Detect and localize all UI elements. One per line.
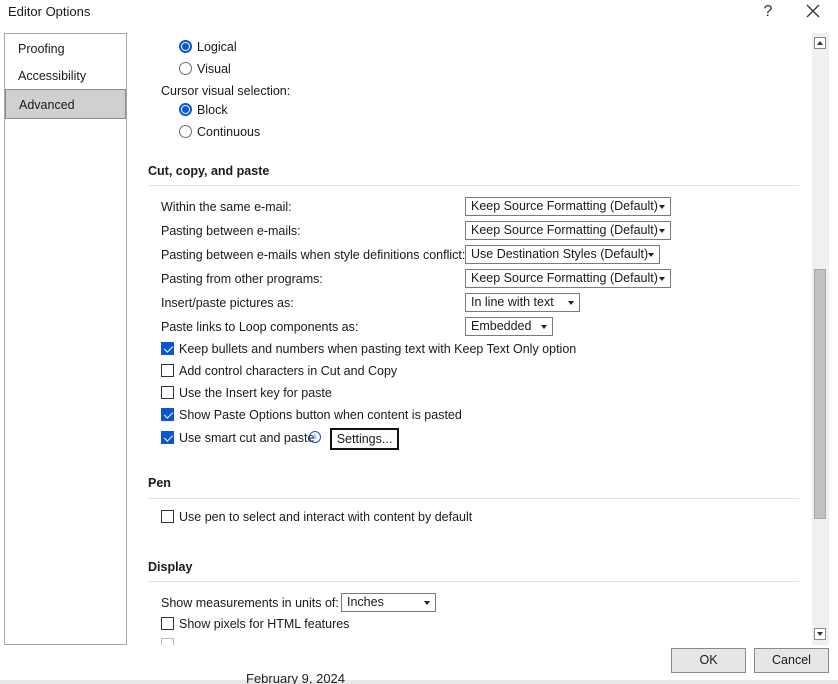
close-button[interactable] bbox=[801, 0, 825, 24]
scroll-down-icon[interactable] bbox=[814, 628, 826, 640]
loop-links-label: Paste links to Loop components as: bbox=[161, 320, 359, 334]
logical-radio[interactable] bbox=[179, 40, 192, 53]
vertical-scrollbar[interactable] bbox=[812, 33, 829, 645]
between-emails-label: Pasting between e-mails: bbox=[161, 224, 301, 238]
pixels-html-checkbox[interactable] bbox=[161, 617, 174, 630]
continuous-radio[interactable] bbox=[179, 125, 192, 138]
category-nav: Proofing Accessibility Advanced bbox=[4, 33, 127, 645]
visual-label: Visual bbox=[197, 62, 231, 76]
logical-label: Logical bbox=[197, 40, 237, 54]
visual-radio[interactable] bbox=[179, 62, 192, 75]
other-programs-value: Keep Source Formatting (Default) bbox=[471, 271, 658, 285]
ok-button[interactable]: OK bbox=[671, 648, 746, 673]
control-chars-checkbox[interactable] bbox=[161, 364, 174, 377]
pictures-value: In line with text bbox=[471, 295, 554, 309]
insert-key-checkbox[interactable] bbox=[161, 386, 174, 399]
chevron-down-icon bbox=[648, 253, 654, 257]
section-divider bbox=[148, 185, 799, 186]
nav-item-accessibility[interactable]: Accessibility bbox=[5, 61, 126, 91]
window-title: Editor Options bbox=[8, 4, 91, 19]
scroll-up-icon[interactable] bbox=[814, 37, 826, 49]
pixels-html-label: Show pixels for HTML features bbox=[179, 617, 350, 631]
help-button[interactable]: ? bbox=[758, 1, 778, 23]
background-date-text: February 9, 2024 bbox=[246, 674, 346, 684]
block-radio[interactable] bbox=[179, 103, 192, 116]
scroll-thumb[interactable] bbox=[814, 269, 826, 519]
pen-select-checkbox[interactable] bbox=[161, 510, 174, 523]
chevron-down-icon bbox=[424, 601, 430, 605]
style-conflict-value: Use Destination Styles (Default) bbox=[471, 247, 649, 261]
info-icon[interactable]: i bbox=[309, 431, 321, 443]
keep-bullets-label: Keep bullets and numbers when pasting te… bbox=[179, 342, 577, 356]
keep-bullets-checkbox[interactable] bbox=[161, 342, 174, 355]
style-conflict-label: Pasting between e-mails when style defin… bbox=[161, 248, 466, 262]
loop-links-value: Embedded bbox=[471, 319, 532, 333]
same-email-dropdown[interactable]: Keep Source Formatting (Default) bbox=[465, 197, 671, 216]
chevron-down-icon bbox=[541, 325, 547, 329]
paste-options-checkbox[interactable] bbox=[161, 408, 174, 421]
style-conflict-dropdown[interactable]: Use Destination Styles (Default) bbox=[465, 245, 660, 264]
section-divider bbox=[148, 498, 799, 499]
chevron-down-icon bbox=[659, 277, 665, 281]
block-label: Block bbox=[197, 103, 228, 117]
pictures-label: Insert/paste pictures as: bbox=[161, 296, 294, 310]
loop-links-dropdown[interactable]: Embedded bbox=[465, 317, 553, 336]
next-option-checkbox[interactable] bbox=[161, 638, 174, 645]
options-panel: Logical Visual Cursor visual selection: … bbox=[128, 33, 812, 645]
smart-cut-checkbox[interactable] bbox=[161, 431, 174, 444]
pen-select-label: Use pen to select and interact with cont… bbox=[179, 510, 473, 524]
continuous-label: Continuous bbox=[197, 125, 261, 139]
cut-copy-paste-heading: Cut, copy, and paste bbox=[148, 164, 270, 178]
chevron-down-icon bbox=[659, 205, 665, 209]
chevron-down-icon bbox=[568, 301, 574, 305]
same-email-label: Within the same e-mail: bbox=[161, 200, 292, 214]
chevron-down-icon bbox=[659, 229, 665, 233]
between-emails-dropdown[interactable]: Keep Source Formatting (Default) bbox=[465, 221, 671, 240]
measurement-value: Inches bbox=[347, 595, 384, 609]
measurement-dropdown[interactable]: Inches bbox=[341, 593, 436, 612]
paste-options-label: Show Paste Options button when content i… bbox=[179, 408, 462, 422]
display-heading: Display bbox=[148, 560, 193, 574]
settings-button[interactable]: Settings... bbox=[330, 428, 399, 450]
nav-item-advanced[interactable]: Advanced bbox=[5, 89, 126, 119]
cancel-button[interactable]: Cancel bbox=[754, 648, 829, 673]
other-programs-dropdown[interactable]: Keep Source Formatting (Default) bbox=[465, 269, 671, 288]
insert-key-label: Use the Insert key for paste bbox=[179, 386, 332, 400]
other-programs-label: Pasting from other programs: bbox=[161, 272, 323, 286]
section-divider bbox=[148, 581, 799, 582]
title-bar: Editor Options ? bbox=[0, 0, 838, 28]
pen-heading: Pen bbox=[148, 476, 171, 490]
pictures-dropdown[interactable]: In line with text bbox=[465, 293, 580, 312]
window-bottom-edge bbox=[0, 680, 838, 684]
nav-item-proofing[interactable]: Proofing bbox=[5, 34, 126, 64]
same-email-value: Keep Source Formatting (Default) bbox=[471, 199, 658, 213]
control-chars-label: Add control characters in Cut and Copy bbox=[179, 364, 398, 378]
cursor-selection-label: Cursor visual selection: bbox=[161, 84, 291, 98]
between-emails-value: Keep Source Formatting (Default) bbox=[471, 223, 658, 237]
close-icon bbox=[806, 4, 820, 18]
measurement-label: Show measurements in units of: bbox=[161, 596, 339, 610]
smart-cut-label: Use smart cut and paste bbox=[179, 431, 315, 445]
